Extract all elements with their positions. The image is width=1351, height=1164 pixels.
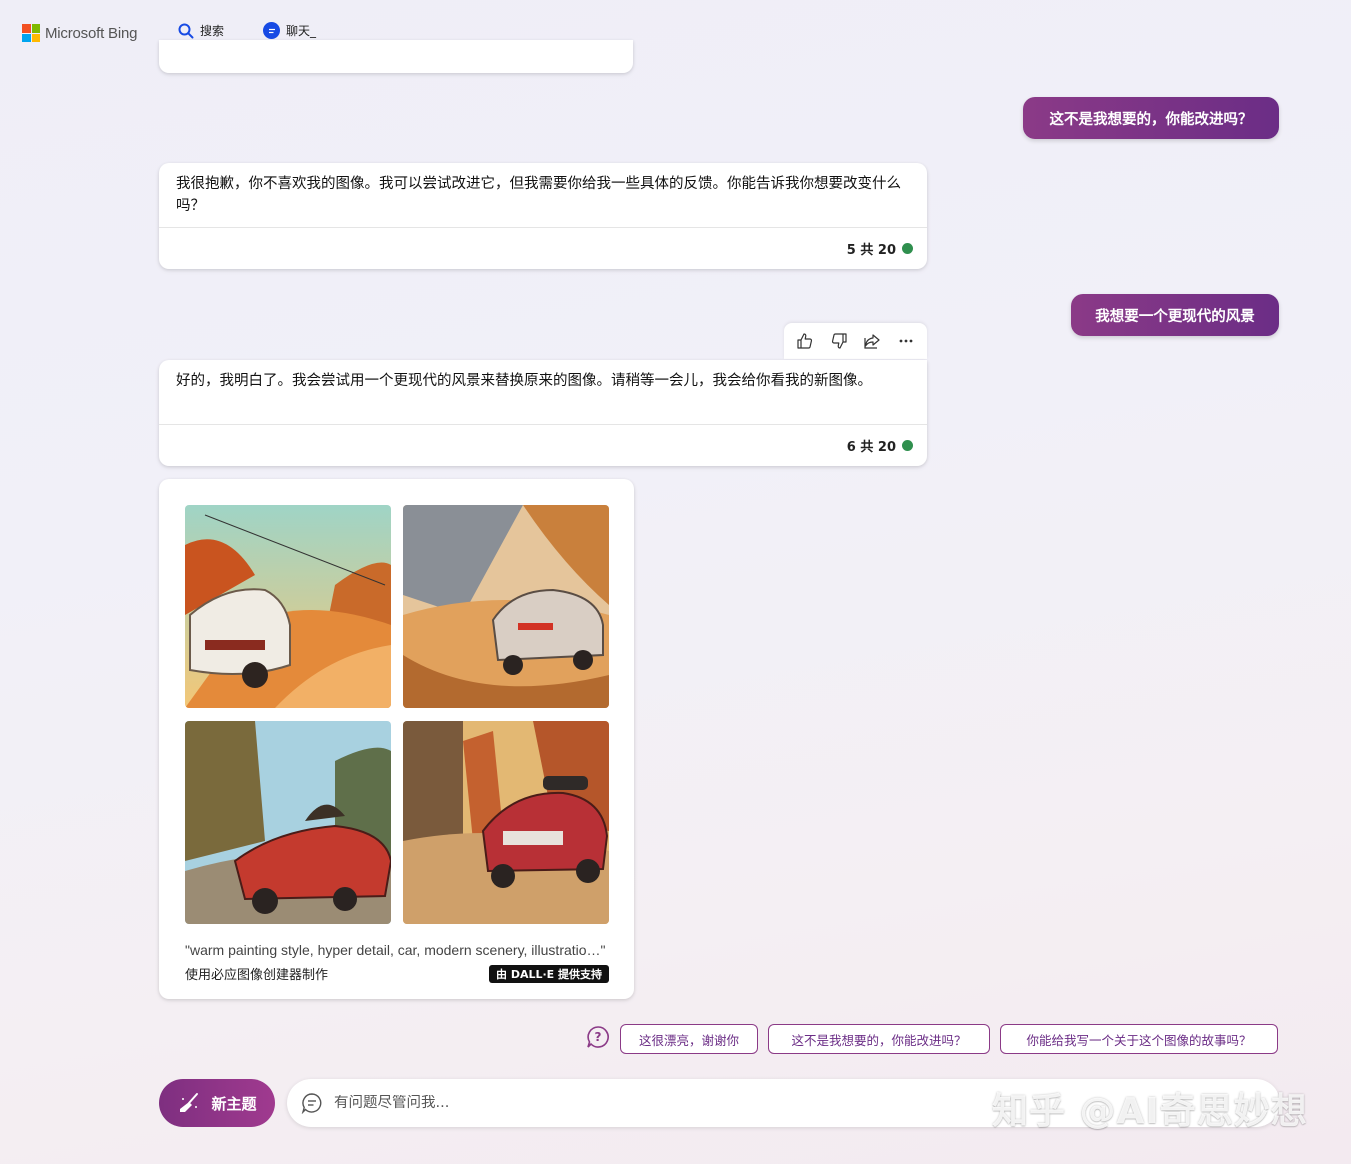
turn-counter-text: 5 共 20 (846, 243, 896, 258)
broom-icon (180, 1093, 199, 1112)
generated-image[interactable] (403, 721, 609, 924)
generated-image[interactable] (185, 721, 391, 924)
generated-image[interactable] (403, 505, 609, 708)
turn-counter: 5 共 20 (159, 227, 927, 269)
status-dot-icon (902, 440, 913, 451)
tab-search-label: 搜索 (200, 24, 225, 38)
user-message-text: 这不是我想要的，你能改进吗？ (1049, 111, 1253, 128)
brand-name: Microsoft Bing (45, 24, 138, 42)
bot-message: 好的，我明白了。我会尝试用一个更现代的风景来替换原来的图像。请稍等一会儿，我会给… (159, 360, 927, 466)
user-message: 这不是我想要的，你能改进吗？ (1023, 97, 1279, 139)
bot-message: 我很抱歉，你不喜欢我的图像。我可以尝试改进它，但我需要你给我一些具体的反馈。你能… (159, 163, 927, 269)
message-actions (784, 323, 927, 359)
new-topic-label: 新主题 (211, 1094, 257, 1113)
image-creator-card: "warm painting style, hyper detail, car,… (159, 479, 634, 999)
turn-counter-text: 6 共 20 (846, 440, 896, 455)
suggestion-chip-label: 这很漂亮，谢谢你 (638, 1032, 739, 1048)
image-prompt[interactable]: "warm painting style, hyper detail, car,… (185, 942, 606, 958)
microsoft-logo-icon (22, 24, 40, 42)
more-options-icon[interactable] (892, 327, 920, 355)
chat-icon (263, 22, 280, 39)
image-grid (185, 505, 609, 924)
chat-icon (301, 1093, 322, 1114)
dalle-badge: 由 DALL·E 提供支持 (488, 965, 609, 983)
svg-text:?: ? (595, 1030, 602, 1044)
status-dot-icon (902, 243, 913, 254)
suggestion-chip-label: 这不是我想要的，你能改进吗？ (791, 1032, 967, 1048)
suggestion-chip[interactable]: 这不是我想要的，你能改进吗？ (768, 1024, 990, 1054)
watermark: 知乎 @AI奇思妙想 (992, 1091, 1308, 1132)
user-message-text: 我想要一个更现代的风景 (1095, 308, 1255, 325)
suggestion-chip[interactable]: 这很漂亮，谢谢你 (620, 1024, 758, 1054)
dalle-badge-text: 由 DALL·E 提供支持 (495, 968, 602, 981)
suggestion-chip-label: 你能给我写一个关于这个图像的故事吗？ (1026, 1032, 1252, 1048)
suggestion-chip[interactable]: 你能给我写一个关于这个图像的故事吗？ (1000, 1024, 1278, 1054)
image-creator-credit[interactable]: 使用必应图像创建器制作 (185, 964, 328, 983)
tab-chat[interactable]: 聊天_ (263, 22, 316, 39)
suggestion-help-icon[interactable]: ? (586, 1025, 610, 1053)
bot-message-text: 我很抱歉，你不喜欢我的图像。我可以尝试改进它，但我需要你给我一些具体的反馈。你能… (176, 176, 901, 214)
thumbs-up-icon[interactable] (791, 327, 819, 355)
tab-chat-label: 聊天_ (286, 24, 317, 38)
tab-search[interactable]: 搜索 (178, 22, 224, 39)
new-topic-button[interactable]: 新主题 (159, 1079, 275, 1127)
share-icon[interactable] (858, 327, 886, 355)
search-icon (178, 23, 194, 38)
bing-logo[interactable]: Microsoft Bing (22, 24, 137, 42)
previous-message-card (159, 40, 633, 73)
bot-message-text: 好的，我明白了。我会尝试用一个更现代的风景来替换原来的图像。请稍等一会儿，我会给… (176, 373, 872, 389)
turn-counter: 6 共 20 (159, 424, 927, 466)
user-message: 我想要一个更现代的风景 (1071, 294, 1279, 336)
generated-image[interactable] (185, 505, 391, 708)
ask-input[interactable] (334, 1095, 934, 1111)
thumbs-down-icon[interactable] (825, 327, 853, 355)
